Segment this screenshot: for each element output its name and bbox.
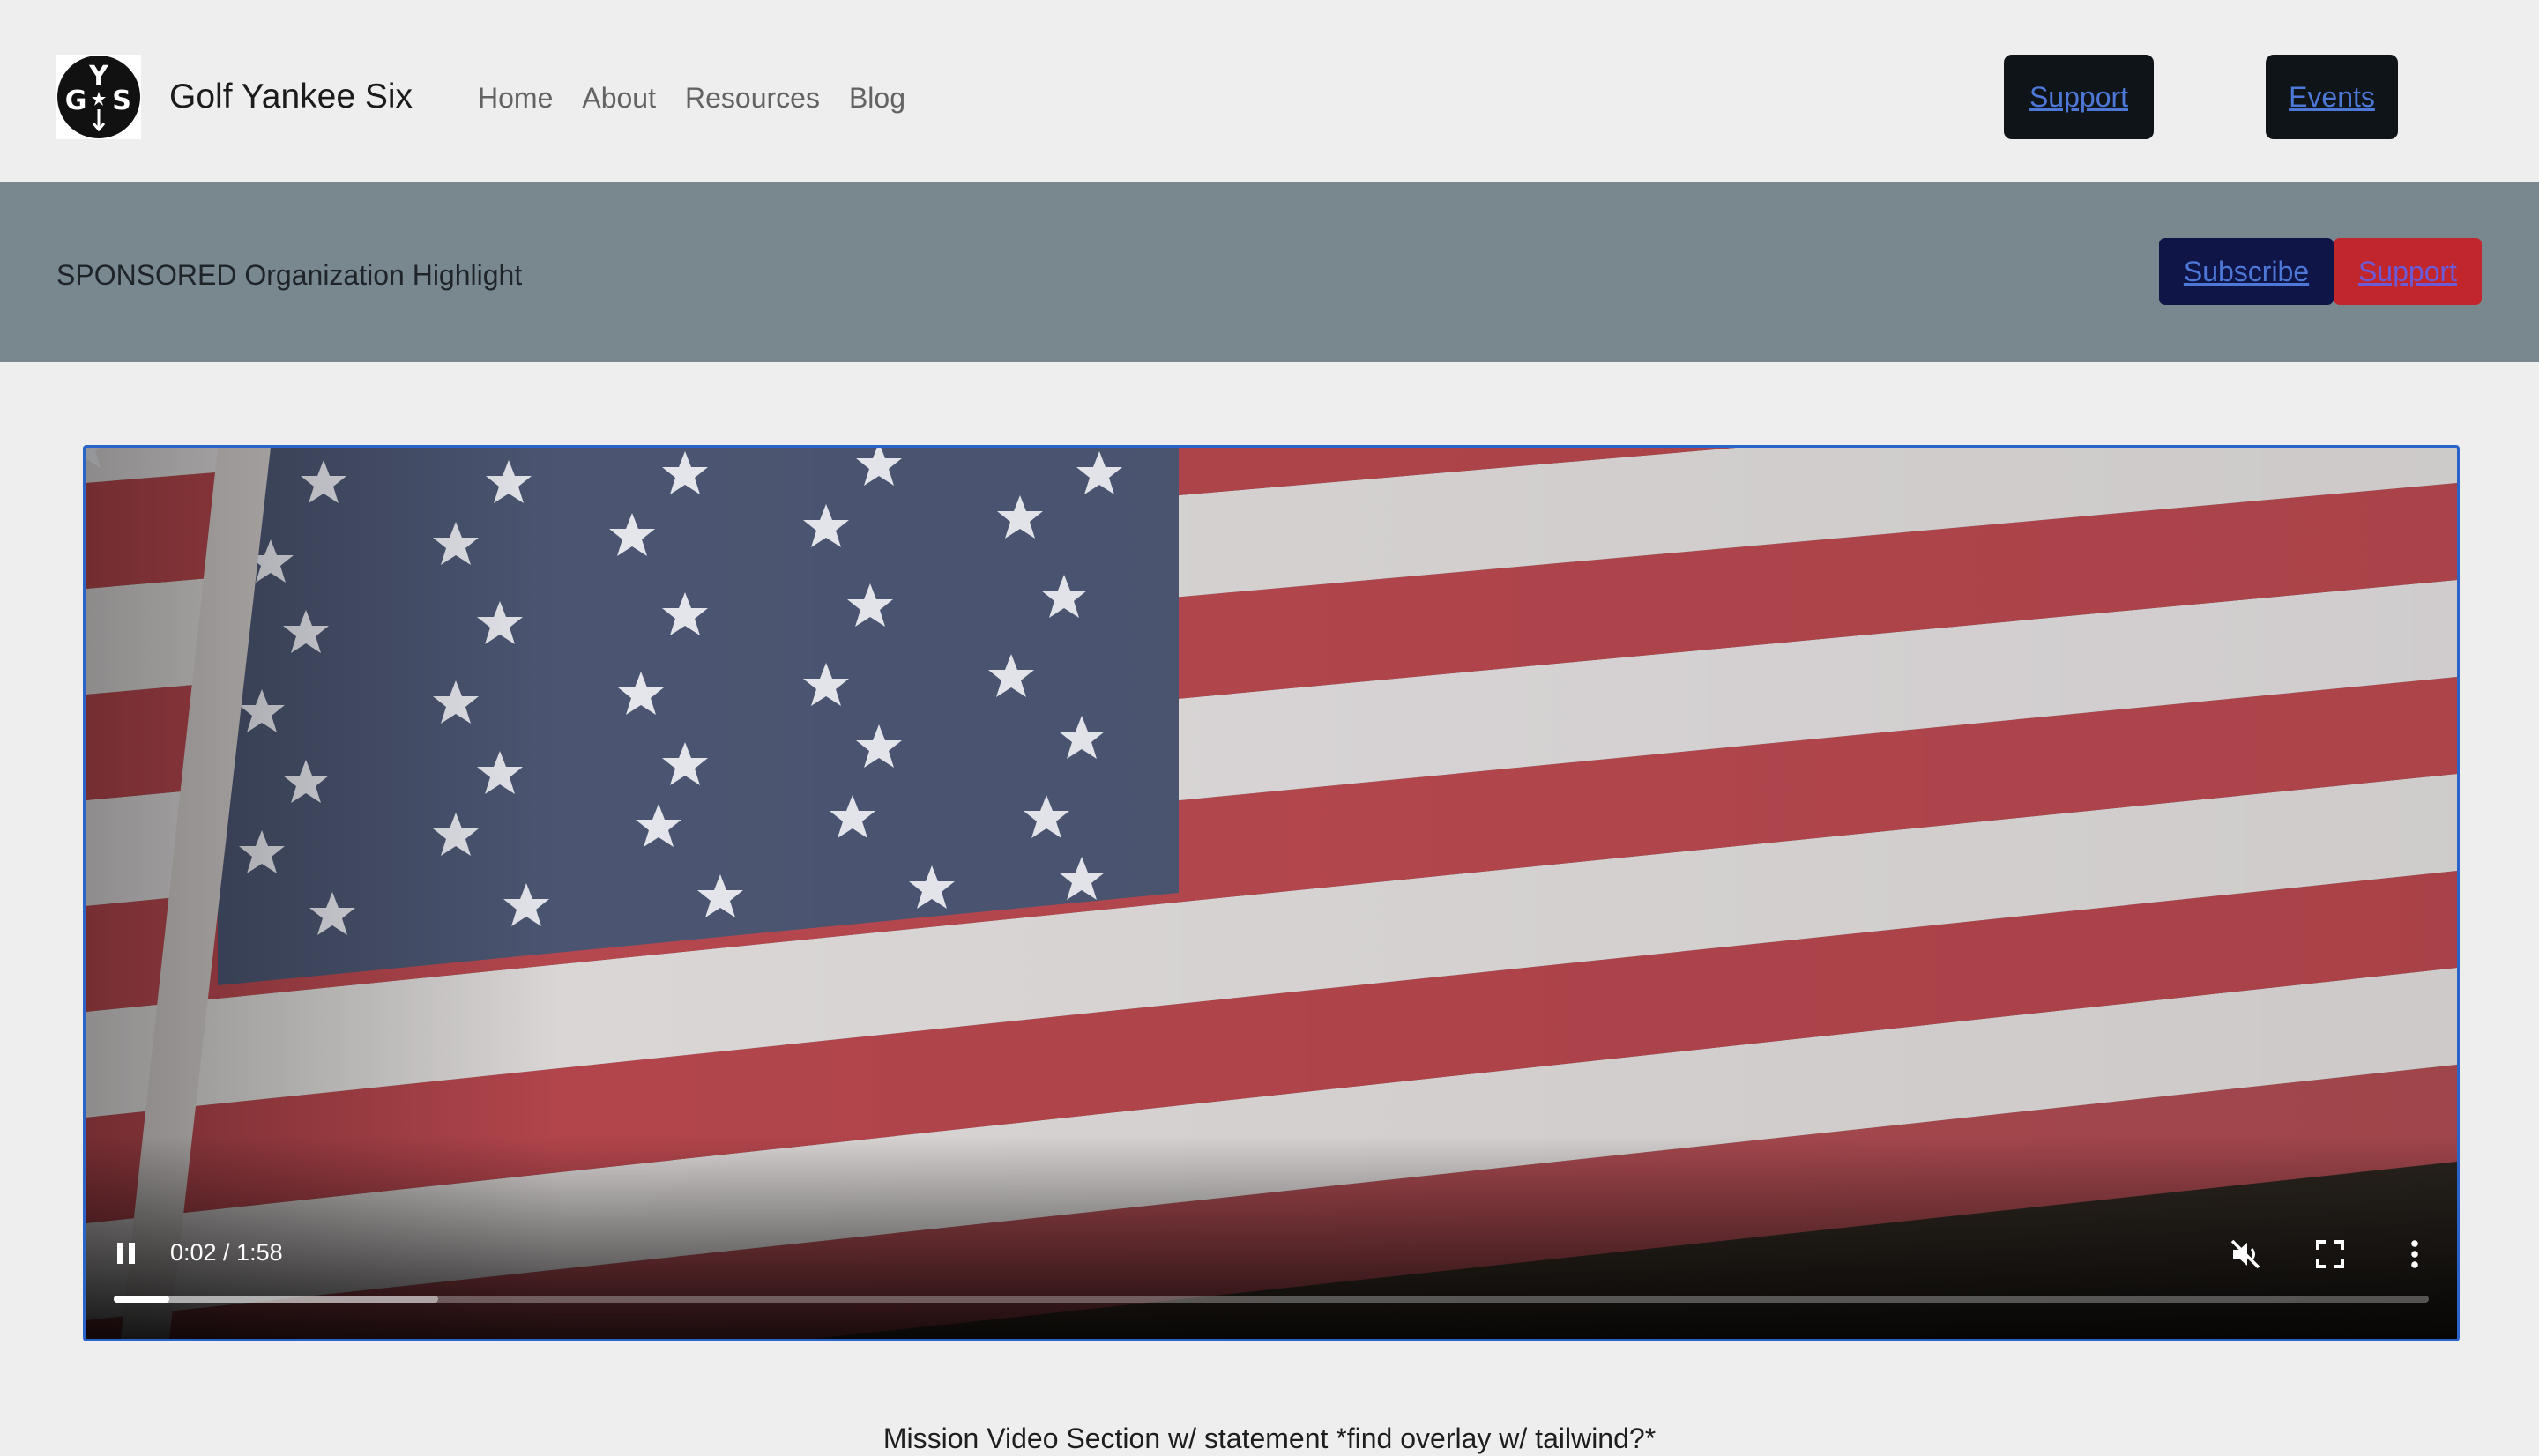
header-events-button[interactable]: Events [2266,55,2398,139]
gys-logo-icon: Y G S [56,55,141,139]
header-support-button[interactable]: Support [2004,55,2154,139]
mission-caption: Mission Video Section w/ statement *find… [882,1423,1657,1454]
main-nav: Home About Resources Blog [478,79,934,116]
nav-resources[interactable]: Resources [685,79,820,116]
sponsor-support-button[interactable]: Support [2334,238,2482,305]
sponsor-text: SPONSORED Organization Highlight [56,259,523,291]
video-played [114,1296,170,1303]
video-progress-bar[interactable] [114,1296,2429,1303]
brand-name[interactable]: Golf Yankee Six [169,76,413,118]
logo-letter-left: G [65,85,87,116]
subscribe-button[interactable]: Subscribe [2159,238,2334,305]
controls-gradient [86,1136,2457,1339]
logo-letter-top: Y [88,61,109,92]
nav-blog[interactable]: Blog [849,79,905,116]
gys-logo[interactable]: Y G S [56,55,141,139]
nav-home[interactable]: Home [478,79,553,116]
nav-about[interactable]: About [582,79,656,116]
sponsor-bar: SPONSORED Organization Highlight Subscri… [0,182,2539,362]
fullscreen-icon[interactable] [2314,1238,2346,1270]
more-vert-icon[interactable] [2397,1237,2432,1272]
mission-video-player[interactable]: 0:02 / 1:58 [83,445,2460,1341]
logo-letter-right: S [112,85,131,116]
site-header: Y G S Golf Yankee Six Home About Resourc… [0,0,2539,182]
volume-muted-icon[interactable] [2228,1237,2263,1272]
video-time: 0:02 / 1:58 [170,1239,283,1266]
pause-icon[interactable] [112,1239,140,1267]
